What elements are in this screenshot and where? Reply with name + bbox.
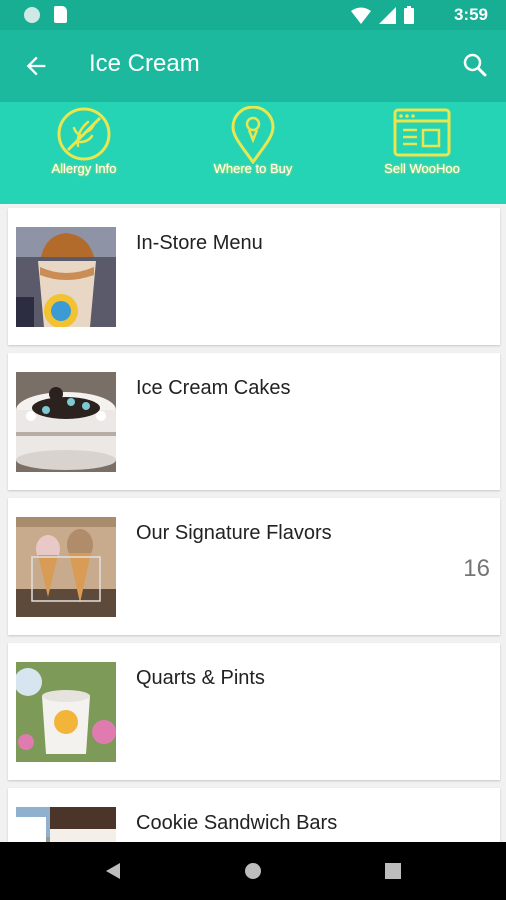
quarts-pints-thumbnail <box>16 662 116 762</box>
category-title: Cookie Sandwich Bars <box>136 812 338 834</box>
sell-woohoo-button[interactable]: Sell WooHoo <box>347 102 497 204</box>
item-count: 16 <box>463 555 490 582</box>
nav-back-icon[interactable] <box>104 862 122 880</box>
notification-icon <box>24 7 40 23</box>
map-pin-icon <box>231 106 275 164</box>
storefront-icon <box>393 108 451 157</box>
clock: 3:59 <box>453 5 488 24</box>
wifi-icon <box>351 7 371 24</box>
category-title: Ice Cream Cakes <box>136 377 291 399</box>
category-card-cookie-sandwich-bars[interactable]: Cookie Sandwich Bars <box>8 788 500 842</box>
nav-recents-icon[interactable] <box>385 862 401 880</box>
search-icon[interactable] <box>460 50 490 80</box>
system-nav-bar <box>0 842 506 900</box>
page-title: Ice Cream <box>89 50 200 77</box>
category-card-quarts-pints[interactable]: Quarts & Pints <box>8 643 500 780</box>
category-title: Quarts & Pints <box>136 667 265 689</box>
category-card-ice-cream-cakes[interactable]: Ice Cream Cakes <box>8 353 500 490</box>
back-arrow-icon[interactable] <box>22 52 50 80</box>
in-store-menu-thumbnail <box>16 227 116 327</box>
where-to-buy-button[interactable]: Where to Buy <box>178 102 328 204</box>
quick-actions-bar: Allergy Info Where to Buy Sell WooHoo <box>0 102 506 204</box>
category-card-in-store-menu[interactable]: In-Store Menu <box>8 208 500 345</box>
category-list: In-Store Menu Ice Cream Cakes Our Signat… <box>0 204 506 842</box>
where-to-buy-label: Where to Buy <box>213 161 293 176</box>
allergy-info-label: Allergy Info <box>51 161 117 176</box>
battery-icon <box>404 6 414 24</box>
cookie-sandwich-bars-thumbnail <box>16 807 116 842</box>
allergy-info-button[interactable]: Allergy Info <box>9 102 159 204</box>
signature-flavors-thumbnail <box>16 517 116 617</box>
category-card-signature-flavors[interactable]: Our Signature Flavors 16 <box>8 498 500 635</box>
nav-home-icon[interactable] <box>244 862 262 880</box>
status-bar: 3:59 <box>0 0 506 30</box>
allergy-icon <box>57 107 111 161</box>
signal-icon <box>379 7 396 24</box>
app-bar: Ice Cream <box>0 30 506 102</box>
category-title: In-Store Menu <box>136 232 263 254</box>
sd-card-icon <box>54 6 67 23</box>
ice-cream-cakes-thumbnail <box>16 372 116 472</box>
sell-woohoo-label: Sell WooHoo <box>384 161 460 176</box>
category-title: Our Signature Flavors <box>136 522 332 544</box>
